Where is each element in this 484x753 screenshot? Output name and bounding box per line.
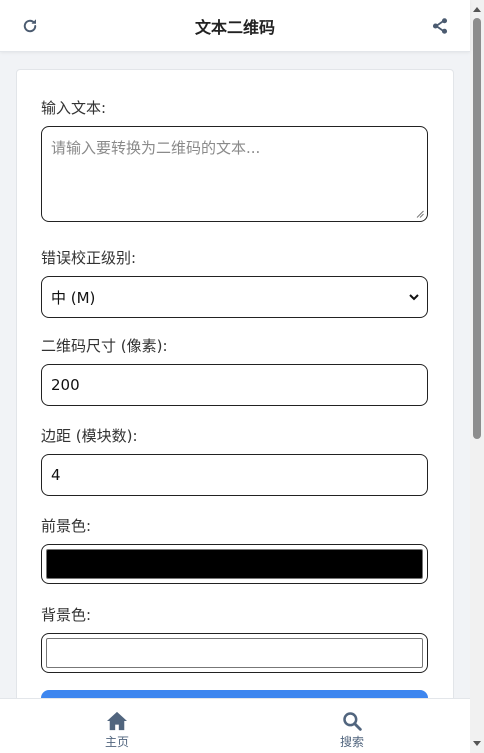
text-input-label: 输入文本: xyxy=(41,99,107,117)
bottom-navigation: 主页 搜索 xyxy=(0,698,470,753)
margin-value: 4 xyxy=(51,466,61,484)
app-screen: 文本二维码 输入文本: 请输入要转换为二维码的文本... 错误校正级别: 中 (… xyxy=(0,0,484,753)
scroll-down-arrow-icon[interactable] xyxy=(473,740,481,748)
foreground-color-picker[interactable] xyxy=(41,544,428,584)
refresh-icon[interactable] xyxy=(19,15,41,37)
search-icon xyxy=(343,712,362,731)
error-correction-label: 错误校正级别: xyxy=(41,249,137,267)
nav-item-search[interactable]: 搜索 xyxy=(322,711,382,753)
scrollbar-thumb[interactable] xyxy=(473,18,481,439)
size-label: 二维码尺寸 (像素): xyxy=(41,337,168,355)
nav-label-search: 搜索 xyxy=(339,735,364,749)
top-app-bar: 文本二维码 xyxy=(0,0,470,52)
error-correction-value: 中 (M) xyxy=(51,288,96,307)
resize-grip-icon[interactable] xyxy=(416,210,424,218)
scroll-up-arrow-icon[interactable] xyxy=(473,5,481,13)
background-color-swatch xyxy=(46,638,423,668)
background-color-label: 背景色: xyxy=(41,606,92,624)
background-color-picker[interactable] xyxy=(41,633,428,673)
foreground-color-swatch xyxy=(46,549,423,579)
error-correction-select[interactable]: 中 (M) xyxy=(41,276,428,318)
nav-label-home: 主页 xyxy=(104,735,129,749)
size-field[interactable]: 200 xyxy=(41,364,428,406)
margin-label: 边距 (模块数): xyxy=(41,427,138,445)
margin-field[interactable]: 4 xyxy=(41,454,428,496)
home-icon xyxy=(107,711,127,731)
text-input-area[interactable]: 请输入要转换为二维码的文本... xyxy=(41,126,428,222)
text-input-placeholder: 请输入要转换为二维码的文本... xyxy=(51,139,261,157)
foreground-color-label: 前景色: xyxy=(41,517,92,535)
nav-item-home[interactable]: 主页 xyxy=(87,711,147,753)
share-icon[interactable] xyxy=(429,15,451,37)
chevron-down-icon xyxy=(409,294,419,301)
page-title: 文本二维码 xyxy=(194,17,275,37)
size-value: 200 xyxy=(51,376,80,394)
